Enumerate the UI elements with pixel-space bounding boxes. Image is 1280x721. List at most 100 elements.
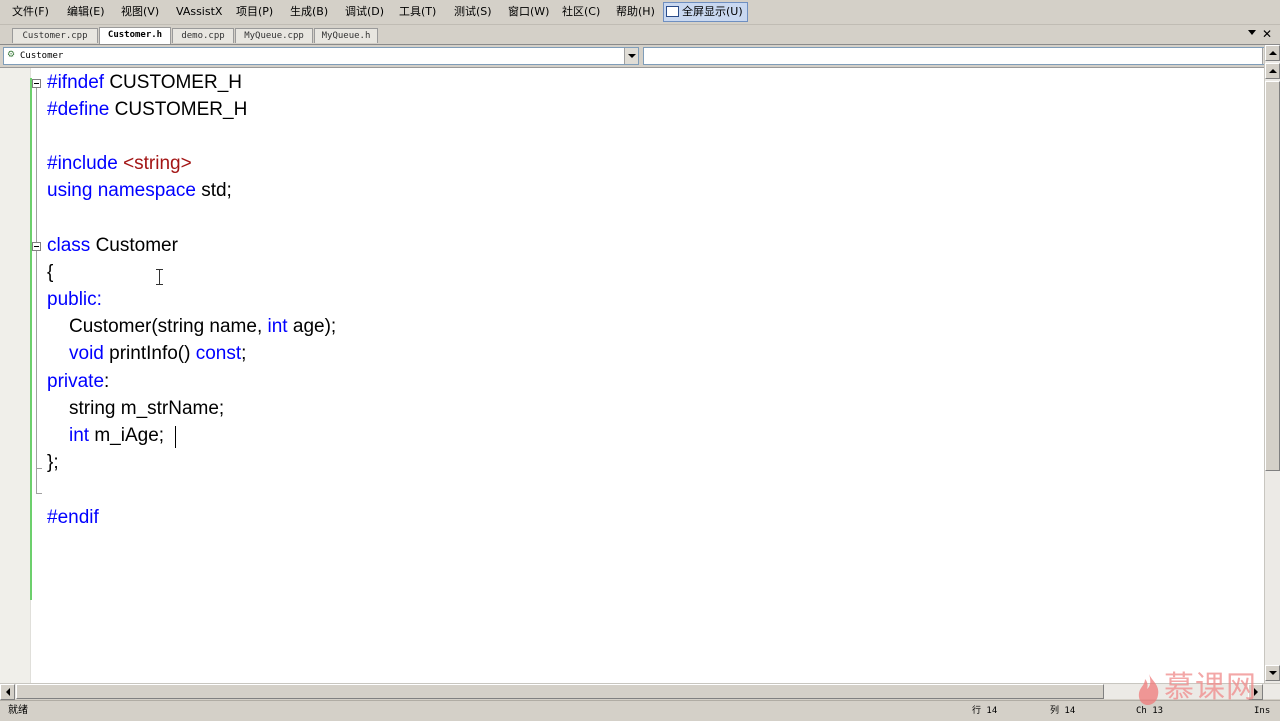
menu-debug[interactable]: 调试(D) [343, 3, 386, 21]
class-icon: ⚙ [7, 50, 16, 60]
token-open-brace: { [47, 262, 54, 283]
token-colon: : [104, 371, 110, 392]
horizontal-scrollbar[interactable] [0, 683, 1280, 700]
token-namespace: namespace [97, 180, 196, 201]
code-line-17: #endif [47, 504, 99, 531]
fold-end-class [36, 468, 42, 469]
document-tab-bar: Customer.cpp Customer.h demo.cpp MyQueue… [0, 25, 1280, 45]
fold-guide-class [36, 251, 37, 468]
member-combo[interactable] [643, 47, 1277, 65]
token-macro-name: CUSTOMER_H [109, 99, 248, 120]
token-ifndef: #ifndef [47, 72, 105, 93]
class-combo-dropdown-icon[interactable] [624, 48, 638, 64]
token-const: const [195, 343, 242, 364]
code-line-5: using namespace std; [47, 177, 232, 204]
menu-edit[interactable]: 编辑(E) [65, 3, 107, 21]
arrow-down-icon [1269, 671, 1277, 675]
menu-bar: 文件(F) 编辑(E) 视图(V) VAssistX 项目(P) 生成(B) 调… [0, 0, 1280, 25]
tab-customer-h[interactable]: Customer.h [99, 27, 171, 44]
scroll-up-button[interactable] [1265, 45, 1280, 61]
fullscreen-icon [666, 5, 679, 17]
tab-list-dropdown-icon[interactable] [1248, 30, 1256, 35]
code-line-2: #define CUSTOMER_H [47, 96, 247, 123]
menu-view[interactable]: 视图(V) [119, 3, 161, 21]
menu-test[interactable]: 测试(S) [452, 3, 494, 21]
menu-project[interactable]: 项目(P) [234, 3, 275, 21]
token-semicolon: ; [241, 343, 247, 364]
tab-myqueue-cpp[interactable]: MyQueue.cpp [235, 28, 313, 43]
token-constructor: Customer(string name, [69, 316, 268, 337]
fullscreen-label: 全屏显示(U) [682, 5, 743, 18]
code-line-13: string m_strName; [69, 395, 224, 422]
token-colon: : [96, 289, 102, 310]
vertical-scroll-thumb[interactable] [1265, 81, 1280, 471]
code-line-9: public: [47, 286, 102, 313]
tab-myqueue-h[interactable]: MyQueue.h [314, 28, 378, 43]
watermark-logo: 慕课网 [1136, 668, 1266, 710]
code-line-7: class Customer [47, 232, 178, 259]
menu-community[interactable]: 社区(C) [560, 3, 602, 21]
token-param: age); [287, 316, 337, 337]
token-method: printInfo() [103, 343, 196, 364]
token-using: using [47, 180, 93, 201]
tab-demo-cpp[interactable]: demo.cpp [172, 28, 234, 43]
fold-toggle-class[interactable] [32, 242, 41, 251]
token-class: class [47, 235, 91, 256]
scroll-down-button[interactable] [1265, 665, 1280, 681]
token-endif: #endif [47, 507, 99, 528]
code-line-4: #include <string> [47, 150, 192, 177]
fullscreen-button[interactable]: 全屏显示(U) [663, 2, 748, 22]
token-public: public [47, 289, 97, 310]
token-member-name: string m_strName; [69, 398, 225, 419]
code-line-11: void printInfo() const; [69, 340, 246, 367]
code-line-10: Customer(string name, int age); [69, 313, 336, 340]
class-combo-value: Customer [20, 51, 64, 61]
menu-tools[interactable]: 工具(T) [397, 3, 438, 21]
indicator-margin [0, 68, 31, 684]
token-private: private [47, 371, 105, 392]
ibeam-cursor-icon [156, 269, 163, 285]
flame-icon [1138, 674, 1159, 705]
token-define: #define [47, 99, 110, 120]
code-line-15: }; [47, 449, 59, 476]
code-line-8: { [47, 259, 53, 286]
vertical-scrollbar[interactable] [1264, 45, 1280, 683]
horizontal-scroll-thumb[interactable] [16, 684, 1104, 699]
menu-build[interactable]: 生成(B) [288, 3, 330, 21]
navigation-bar: ⚙ Customer [0, 45, 1280, 67]
token-class-name: Customer [90, 235, 178, 256]
token-macro-name: CUSTOMER_H [104, 72, 242, 93]
menu-help[interactable]: 帮助(H) [614, 3, 657, 21]
token-int: int [69, 425, 90, 446]
token-close-brace: }; [47, 452, 59, 473]
menu-vassistx[interactable]: VAssistX [174, 3, 224, 21]
menu-file[interactable]: 文件(F) [10, 3, 51, 21]
status-ready: 就绪 [8, 705, 28, 716]
code-line-1: #ifndef CUSTOMER_H [47, 69, 242, 96]
text-caret [175, 426, 176, 448]
arrow-up-icon [1269, 51, 1277, 55]
status-column: 列 14 [1050, 706, 1076, 716]
change-tracking-bar [30, 78, 32, 600]
scroll-left-button[interactable] [0, 684, 15, 700]
class-combo[interactable]: ⚙ Customer [3, 47, 639, 65]
scroll-up-button-2[interactable] [1265, 63, 1280, 79]
fold-toggle-ifndef[interactable] [32, 79, 41, 88]
status-bar: 就绪 行 14 列 14 Ch 13 Ins [0, 700, 1280, 721]
token-header-name: <string> [123, 153, 192, 174]
tab-customer-cpp[interactable]: Customer.cpp [12, 28, 98, 43]
code-editor[interactable]: #ifndef CUSTOMER_H #define CUSTOMER_H #i… [0, 67, 1264, 684]
token-include: #include [47, 153, 118, 174]
code-line-14: int m_iAge; [69, 422, 164, 449]
close-tab-icon[interactable]: ✕ [1262, 27, 1272, 41]
watermark-text: 慕课网 [1164, 670, 1257, 705]
token-std: std; [195, 180, 232, 201]
token-int: int [267, 316, 288, 337]
fold-end-ifndef [36, 493, 42, 494]
arrow-left-icon [6, 688, 10, 696]
menu-window[interactable]: 窗口(W) [506, 3, 551, 21]
token-void: void [69, 343, 104, 364]
token-member-age: m_iAge; [89, 425, 165, 446]
status-line: 行 14 [972, 706, 998, 716]
arrow-up-icon [1269, 69, 1277, 73]
